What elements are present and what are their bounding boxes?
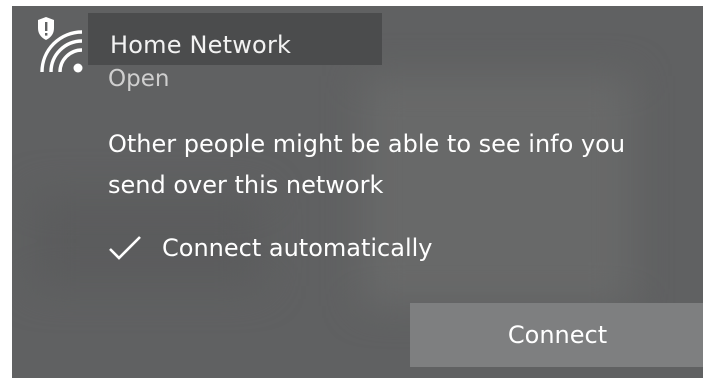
- open-network-warning: Other people might be able to see info y…: [108, 130, 626, 199]
- network-name-highlight: Home Network: [88, 13, 382, 65]
- wifi-warning-icon: [38, 17, 83, 73]
- network-name: Home Network: [110, 31, 292, 59]
- connect-button[interactable]: Connect: [410, 303, 703, 367]
- connect-automatically-checkbox[interactable]: Connect automatically: [108, 228, 432, 268]
- connect-automatically-label: Connect automatically: [162, 234, 433, 262]
- network-flyout-panel: Home Network Open Other people might be …: [12, 6, 703, 378]
- checkmark-icon: [109, 236, 141, 260]
- network-security-status: Open: [108, 66, 170, 92]
